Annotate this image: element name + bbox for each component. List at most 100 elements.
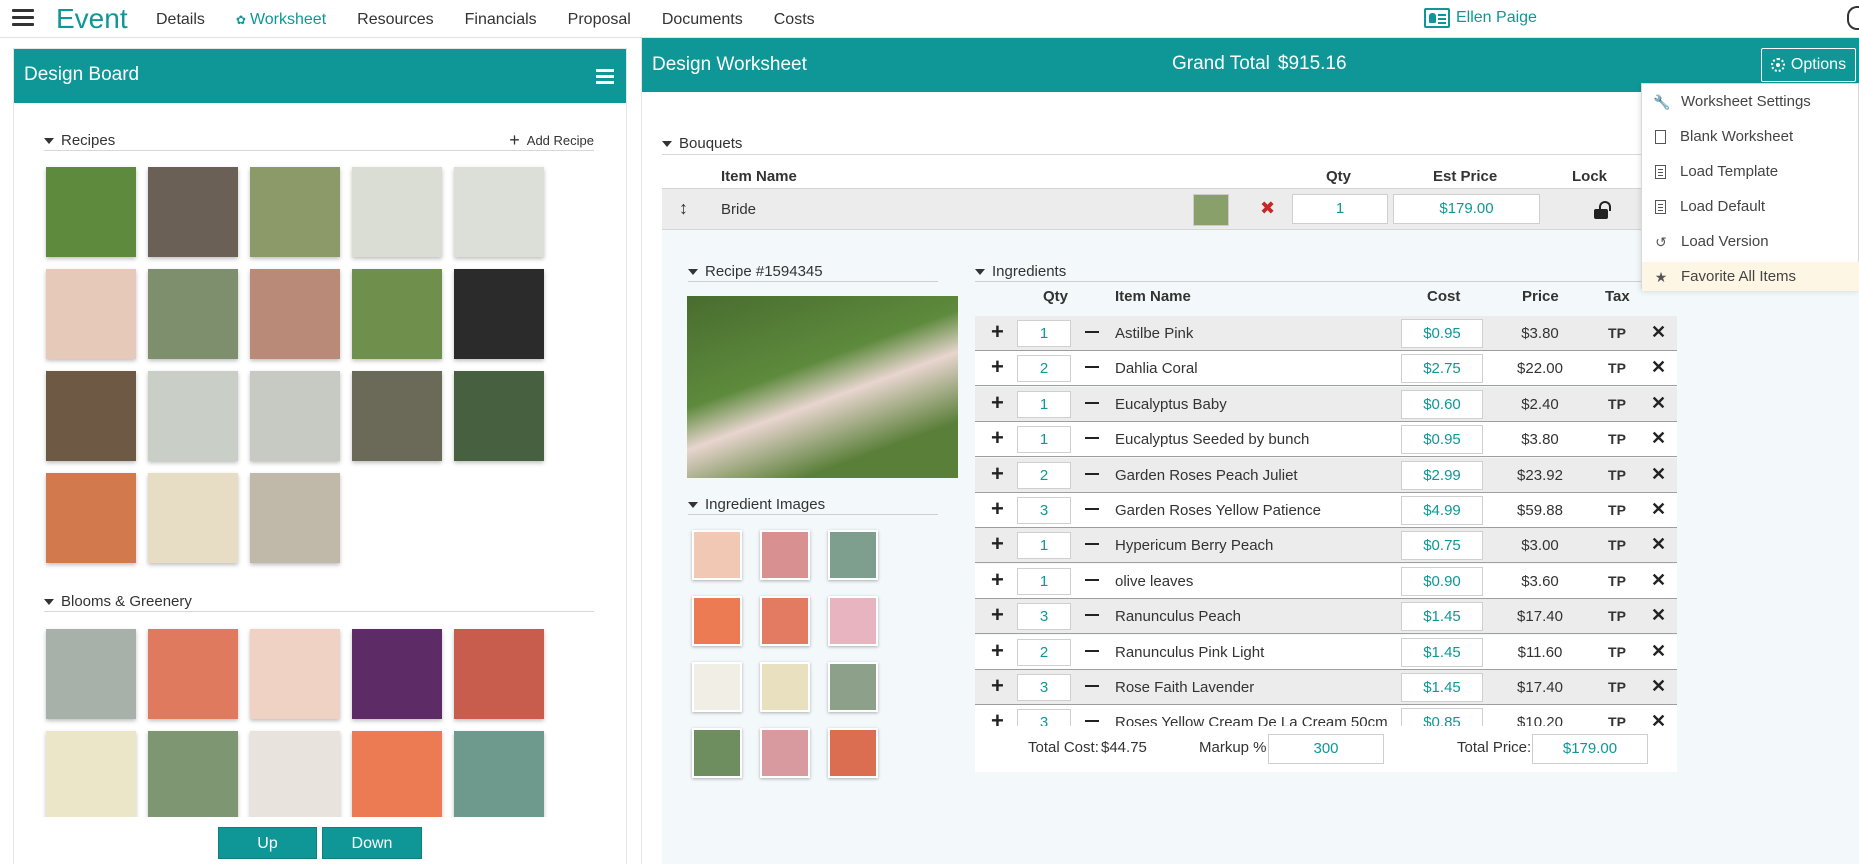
- markup-input[interactable]: 300: [1268, 734, 1384, 764]
- bloom-thumbnail[interactable]: [250, 731, 340, 821]
- decrease-qty-icon[interactable]: [1085, 331, 1099, 333]
- ingredient-image[interactable]: [760, 728, 810, 778]
- decrease-qty-icon[interactable]: [1085, 720, 1099, 723]
- add-recipe-button[interactable]: + Add Recipe: [509, 131, 594, 149]
- recipe-thumbnail[interactable]: [148, 371, 238, 461]
- decrease-qty-icon[interactable]: [1085, 614, 1099, 617]
- ingredient-qty-input[interactable]: 2: [1017, 355, 1071, 383]
- ingredient-image[interactable]: [760, 530, 810, 580]
- recipe-thumbnail[interactable]: [148, 269, 238, 359]
- user-link[interactable]: Ellen Paige: [1424, 8, 1537, 28]
- recipe-thumbnail[interactable]: [250, 473, 340, 563]
- ingredient-row[interactable]: +1 Astilbe Pink $0.95 $3.80 TP ✕: [975, 316, 1677, 351]
- ingredient-cost-input[interactable]: $0.60: [1401, 389, 1483, 419]
- recipe-thumbnail[interactable]: [454, 371, 544, 461]
- ingredient-image[interactable]: [760, 596, 810, 646]
- ingredient-qty-input[interactable]: 2: [1017, 461, 1071, 489]
- account-icon[interactable]: [1847, 6, 1859, 30]
- ingredient-cost-input[interactable]: $1.45: [1401, 673, 1483, 702]
- decrease-qty-icon[interactable]: [1085, 437, 1099, 440]
- remove-ingredient-icon[interactable]: ✕: [1651, 605, 1666, 626]
- recipe-thumbnail[interactable]: [148, 473, 238, 563]
- bloom-thumbnail[interactable]: [352, 731, 442, 821]
- increase-qty-icon[interactable]: +: [991, 321, 1004, 343]
- decrease-qty-icon[interactable]: [1085, 401, 1099, 404]
- ingredient-cost-input[interactable]: $0.95: [1401, 319, 1483, 348]
- delete-item-icon[interactable]: ✖: [1260, 198, 1275, 219]
- remove-ingredient-icon[interactable]: ✕: [1651, 570, 1666, 591]
- ingredient-image[interactable]: [828, 662, 878, 712]
- ingredient-image[interactable]: [760, 662, 810, 712]
- ingredient-qty-input[interactable]: 1: [1017, 426, 1071, 454]
- remove-ingredient-icon[interactable]: ✕: [1651, 393, 1666, 414]
- blooms-section-header[interactable]: Blooms & Greenery: [44, 592, 594, 612]
- increase-qty-icon[interactable]: +: [991, 639, 1004, 662]
- decrease-qty-icon[interactable]: [1085, 649, 1099, 652]
- ingredient-qty-input[interactable]: 1: [1017, 532, 1071, 560]
- ingredient-cost-input[interactable]: $1.45: [1401, 637, 1483, 667]
- nav-link-resources[interactable]: Resources: [357, 11, 433, 29]
- menu-item-worksheet-settings[interactable]: 🔧 Worksheet Settings: [1642, 87, 1859, 116]
- recipe-thumbnail[interactable]: [148, 167, 238, 257]
- app-brand[interactable]: Event: [56, 3, 128, 35]
- nav-link-details[interactable]: Details: [156, 11, 205, 29]
- item-est-price-input[interactable]: $179.00: [1393, 194, 1540, 224]
- nav-link-worksheet[interactable]: ✿ Worksheet: [236, 11, 326, 29]
- remove-ingredient-icon[interactable]: ✕: [1651, 499, 1666, 520]
- remove-ingredient-icon[interactable]: ✕: [1651, 464, 1666, 485]
- ingredient-cost-input[interactable]: $1.45: [1401, 602, 1483, 632]
- bloom-thumbnail[interactable]: [454, 629, 544, 719]
- recipe-header[interactable]: Recipe #1594345: [688, 262, 938, 282]
- remove-ingredient-icon[interactable]: ✕: [1651, 641, 1666, 662]
- ingredient-row[interactable]: +1 olive leaves $0.90 $3.60 TP ✕: [975, 563, 1677, 599]
- down-button[interactable]: Down: [322, 827, 422, 859]
- ingredient-qty-input[interactable]: 1: [1017, 320, 1071, 347]
- ingredient-row[interactable]: +1 Hypericum Berry Peach $0.75 $3.00 TP ✕: [975, 528, 1677, 564]
- recipe-thumbnail[interactable]: [250, 167, 340, 257]
- total-price-input[interactable]: $179.00: [1532, 734, 1648, 764]
- increase-qty-icon[interactable]: +: [991, 675, 1004, 697]
- decrease-qty-icon[interactable]: [1085, 578, 1099, 581]
- remove-ingredient-icon[interactable]: ✕: [1651, 357, 1666, 378]
- recipe-thumbnail[interactable]: [46, 473, 136, 563]
- ingredient-tax[interactable]: TP: [1605, 360, 1629, 376]
- ingredient-images-header[interactable]: Ingredient Images: [688, 495, 938, 515]
- bloom-thumbnail[interactable]: [46, 731, 136, 821]
- increase-qty-icon[interactable]: +: [991, 391, 1004, 414]
- ingredient-qty-input[interactable]: 2: [1017, 638, 1071, 666]
- ingredient-cost-input[interactable]: $0.95: [1401, 425, 1483, 455]
- item-qty-input[interactable]: 1: [1292, 194, 1388, 224]
- ingredient-image[interactable]: [692, 596, 742, 646]
- increase-qty-icon[interactable]: +: [991, 427, 1004, 449]
- bloom-thumbnail[interactable]: [46, 629, 136, 719]
- recipe-thumbnail[interactable]: [352, 371, 442, 461]
- increase-qty-icon[interactable]: +: [991, 356, 1004, 378]
- ingredient-qty-input[interactable]: 1: [1017, 390, 1071, 418]
- recipe-thumbnail[interactable]: [352, 167, 442, 257]
- hamburger-menu-icon[interactable]: [12, 9, 34, 27]
- unlock-icon[interactable]: [1594, 201, 1611, 219]
- nav-link-financials[interactable]: Financials: [465, 11, 537, 29]
- up-button[interactable]: Up: [218, 827, 317, 859]
- remove-ingredient-icon[interactable]: ✕: [1651, 428, 1666, 449]
- recipe-thumbnail[interactable]: [454, 167, 544, 257]
- ingredient-qty-input[interactable]: 1: [1017, 567, 1071, 595]
- recipe-thumbnail[interactable]: [250, 371, 340, 461]
- ingredient-row[interactable]: +1 Eucalyptus Seeded by bunch $0.95 $3.80 TP…: [975, 422, 1677, 458]
- ingredient-row[interactable]: +3 Garden Roses Yellow Patience $4.99 $59.8…: [975, 493, 1677, 528]
- ingredient-cost-input[interactable]: $4.99: [1401, 496, 1483, 525]
- recipes-section-header[interactable]: Recipes + Add Recipe: [44, 131, 594, 151]
- decrease-qty-icon[interactable]: [1085, 543, 1099, 546]
- increase-qty-icon[interactable]: +: [991, 533, 1004, 555]
- decrease-qty-icon[interactable]: [1085, 472, 1099, 475]
- increase-qty-icon[interactable]: +: [991, 462, 1004, 485]
- increase-qty-icon[interactable]: +: [991, 568, 1004, 591]
- ingredient-tax[interactable]: TP: [1605, 644, 1629, 660]
- increase-qty-icon[interactable]: +: [991, 498, 1004, 520]
- ingredient-tax[interactable]: TP: [1605, 573, 1629, 589]
- decrease-qty-icon[interactable]: [1085, 685, 1099, 687]
- ingredients-header[interactable]: Ingredients: [975, 262, 1677, 282]
- ingredient-image[interactable]: [692, 530, 742, 580]
- menu-item-load-default[interactable]: Load Default: [1642, 192, 1859, 221]
- ingredient-tax[interactable]: TP: [1605, 608, 1629, 624]
